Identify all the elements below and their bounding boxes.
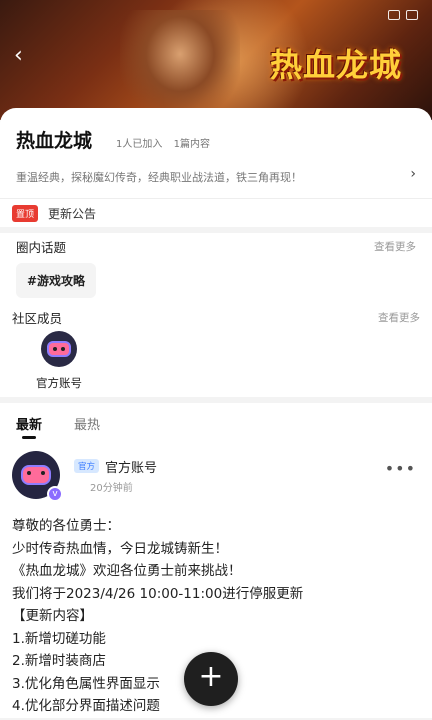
member-name: 官方账号 <box>36 376 82 390</box>
members-more-link[interactable]: 查看更多 <box>378 310 420 325</box>
topic-chip[interactable]: #游戏攻略 <box>16 263 97 298</box>
circle-card: 热血龙城 1人已加入 1篇内容 重温经典，探秘魔幻传奇，经典职业战法道，铁三角再… <box>0 108 432 718</box>
posts-count: 1篇内容 <box>173 139 210 150</box>
post-line: 我们将于2023/4/26 10:00-11:00进行停服更新 <box>12 585 304 602</box>
post-time: 20分钟前 <box>90 482 133 494</box>
topics-list: #游戏攻略 <box>0 259 432 303</box>
signal-icon <box>388 10 400 20</box>
post-line: 尊敬的各位勇士： <box>12 518 120 534</box>
robot-face-icon <box>21 465 51 485</box>
circle-info: 热血龙城 1人已加入 1篇内容 重温经典，探秘魔幻传奇，经典职业战法道，铁三角再… <box>0 108 432 198</box>
circle-title: 热血龙城 <box>16 130 93 152</box>
back-button[interactable]: ‹ <box>14 44 38 68</box>
members-section: 社区成员 查看更多 官方账号 <box>0 303 432 397</box>
post-line: 1.新增切磋功能 <box>12 630 106 647</box>
official-badge: 官方 <box>74 459 100 473</box>
author-name[interactable]: 官方账号 <box>105 457 157 476</box>
circle-banner: ‹ 热血龙城 <box>0 0 432 120</box>
notice-title: 更新公告 <box>48 206 97 221</box>
avatar <box>41 331 77 367</box>
feed-tabs: 最新 最热 <box>0 397 432 441</box>
create-post-button[interactable]: + <box>184 652 238 706</box>
battery-icon <box>406 10 418 20</box>
post-line: 《热血龙城》欢迎各位勇士前来挑战！ <box>12 563 242 579</box>
tab-hot[interactable]: 最热 <box>74 414 100 441</box>
tab-latest[interactable]: 最新 <box>16 414 42 441</box>
chevron-right-icon: › <box>410 166 416 182</box>
member-item[interactable]: 官方账号 <box>24 331 94 391</box>
game-logo: 热血龙城 <box>269 46 402 84</box>
post-line: 【更新内容】 <box>12 608 93 624</box>
robot-face-icon <box>47 341 71 357</box>
members-joined: 1人已加入 <box>116 139 163 150</box>
status-bar <box>0 0 432 30</box>
pinned-badge: 置顶 <box>12 204 39 222</box>
more-options-icon[interactable]: ••• <box>385 459 416 478</box>
circle-stats: 1人已加入 1篇内容 <box>116 135 210 150</box>
topics-header: 圈内话题 查看更多 <box>0 233 432 259</box>
post-line: 少时传奇热血情，今日龙城铸新生！ <box>12 540 228 557</box>
members-label: 社区成员 <box>12 310 63 326</box>
verified-icon: v <box>47 486 63 502</box>
topics-label: 圈内话题 <box>16 239 67 255</box>
topics-more-link[interactable]: 查看更多 <box>374 239 416 254</box>
author-avatar[interactable]: v <box>12 451 63 502</box>
post-header: v 官方 官方账号 20分钟前 ••• <box>12 451 420 502</box>
author-block: 官方 官方账号 20分钟前 <box>74 457 157 494</box>
notice-row[interactable]: 置顶 更新公告 <box>0 199 432 227</box>
circle-description: 重温经典，探秘魔幻传奇，经典职业战法道，铁三角再现！ <box>16 171 302 184</box>
circle-description-row[interactable]: 重温经典，探秘魔幻传奇，经典职业战法道，铁三角再现！ › <box>16 166 416 185</box>
